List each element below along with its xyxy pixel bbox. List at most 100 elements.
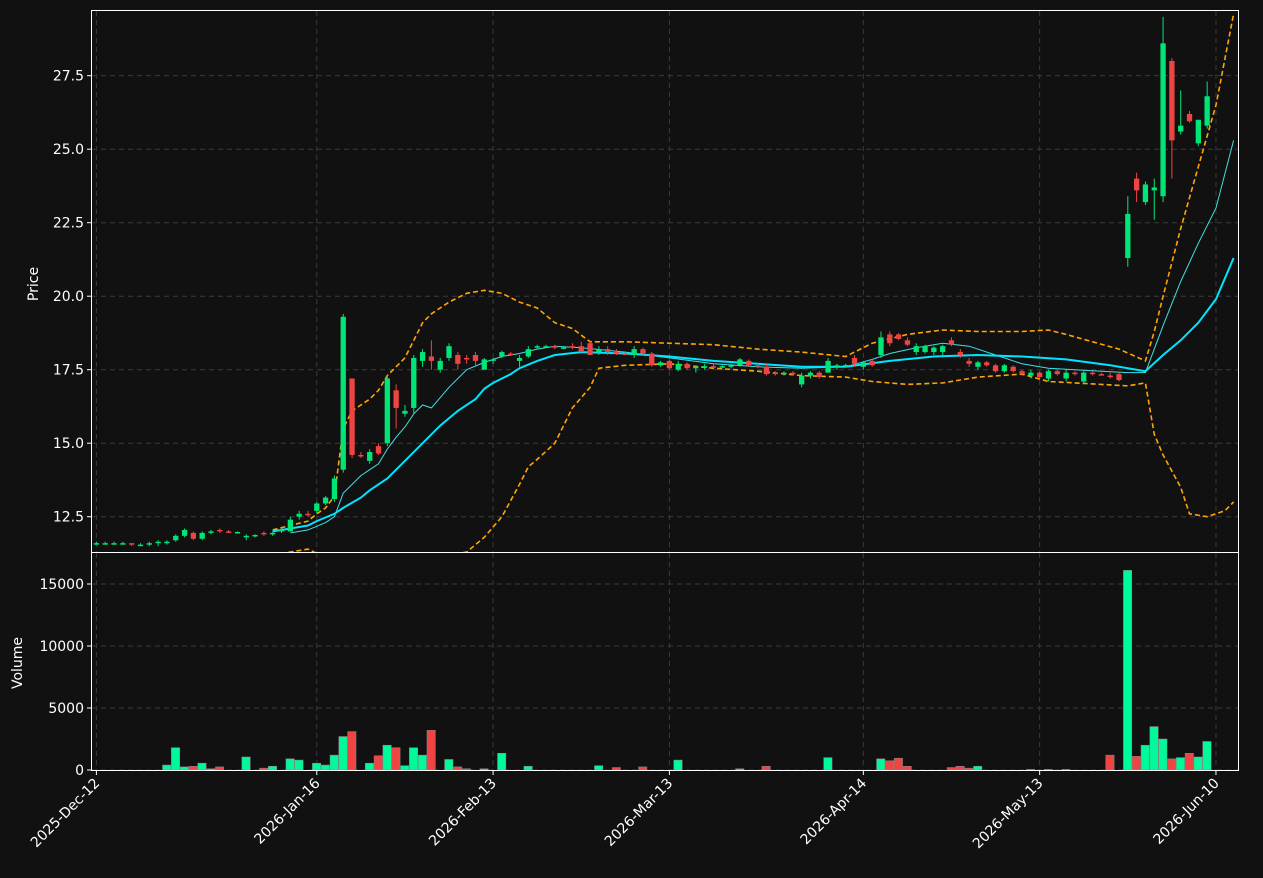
candle-body <box>305 513 311 516</box>
candle-body <box>834 365 840 367</box>
volume-bar <box>338 736 348 771</box>
candle-body <box>569 346 576 348</box>
volume-bar <box>964 767 974 771</box>
candle-body <box>631 349 637 356</box>
volume-bar <box>594 765 604 771</box>
candle-body <box>693 366 699 369</box>
candle-body <box>1001 365 1008 372</box>
candle-body <box>1081 372 1087 382</box>
chart-background <box>0 0 1263 873</box>
candle-body <box>1089 372 1096 375</box>
candle-body <box>798 375 805 385</box>
candle-body <box>419 352 426 361</box>
candle-body <box>516 357 523 361</box>
candle-body <box>111 543 117 545</box>
volume-tick-label: 10000 <box>39 639 84 655</box>
candle-body <box>640 349 646 354</box>
candle-body <box>322 497 329 504</box>
candle-body <box>922 346 928 353</box>
candle-body <box>825 360 831 373</box>
candle-body <box>702 366 708 368</box>
candle-body <box>411 357 417 408</box>
candle-body <box>940 346 946 353</box>
volume-bar <box>902 766 912 771</box>
volume-bar <box>1061 769 1071 771</box>
candlestick-chart: 12.5 15.0 17.5 20.0 22.5 25.0 27.5 0 5000 10000 1… <box>0 0 1263 873</box>
candle-body <box>904 340 911 345</box>
candle-body <box>984 362 990 366</box>
volume-bar <box>426 730 436 771</box>
volume-tick-label: 0 <box>75 763 84 779</box>
candle-body <box>428 356 435 361</box>
volume-bar <box>285 758 295 771</box>
candle-body <box>1019 371 1025 375</box>
candle-body <box>1160 43 1166 197</box>
volume-bar <box>320 764 330 771</box>
volume-bar <box>761 766 771 771</box>
candle-body <box>129 543 135 545</box>
volume-bar <box>1167 758 1177 771</box>
candle-body <box>1098 374 1105 376</box>
candle-body <box>358 454 364 457</box>
volume-bar <box>523 766 533 771</box>
candle-body <box>1037 372 1043 378</box>
price-tick-label: 17.5 <box>53 363 84 379</box>
candle-body <box>560 347 567 349</box>
candle-body <box>155 541 161 544</box>
candle-body <box>622 353 628 356</box>
candle-body <box>1107 375 1113 378</box>
volume-axis-label: Volume <box>10 637 26 689</box>
candle-body <box>666 360 673 369</box>
candle-body <box>763 366 770 375</box>
candle-body <box>437 360 443 370</box>
price-axis-label: Price <box>26 267 42 301</box>
price-tick-label: 15.0 <box>53 436 84 452</box>
candle-body <box>807 372 814 376</box>
candle-body <box>649 353 655 366</box>
candle-body <box>728 365 734 367</box>
volume-bar <box>197 762 207 771</box>
volume-bar <box>1176 757 1185 771</box>
candle-body <box>746 360 752 366</box>
volume-bar <box>1123 570 1133 771</box>
candle-body <box>402 410 408 414</box>
volume-bar <box>453 766 463 771</box>
candle-body <box>1028 372 1034 376</box>
candle-body <box>578 346 584 353</box>
volume-bar <box>1140 744 1150 771</box>
candle-body <box>534 346 540 348</box>
volume-bar <box>479 768 489 771</box>
volume-bar <box>1193 756 1203 771</box>
volume-bar <box>885 760 895 771</box>
volume-bar <box>823 757 833 771</box>
candle-body <box>1054 371 1060 375</box>
candle-body <box>1195 119 1201 144</box>
candle-body <box>1133 178 1140 191</box>
candle-body <box>102 543 108 545</box>
candle-body <box>860 362 866 367</box>
volume-bar <box>382 744 392 771</box>
candle-body <box>243 535 249 538</box>
volume-tick-label: 5000 <box>48 701 84 717</box>
candle-body <box>675 363 681 370</box>
candle-body <box>146 543 152 545</box>
volume-bar <box>268 766 277 771</box>
candle-body <box>340 316 346 470</box>
candle-body <box>525 349 532 357</box>
candle-body <box>684 363 690 369</box>
candle-body <box>464 357 470 360</box>
candle-body <box>1178 125 1184 132</box>
volume-bar <box>215 766 225 771</box>
candle-body <box>208 531 214 533</box>
candle-body <box>816 372 822 378</box>
candle-body <box>93 543 100 545</box>
candle-body <box>772 372 778 375</box>
volume-bar <box>179 766 189 771</box>
candle-body <box>252 534 258 537</box>
volume-bar <box>1131 756 1141 771</box>
volume-bar <box>417 754 427 771</box>
candle-body <box>225 531 232 533</box>
candle-body <box>287 519 293 532</box>
volume-bar <box>1043 769 1053 771</box>
volume-bar <box>400 765 410 771</box>
